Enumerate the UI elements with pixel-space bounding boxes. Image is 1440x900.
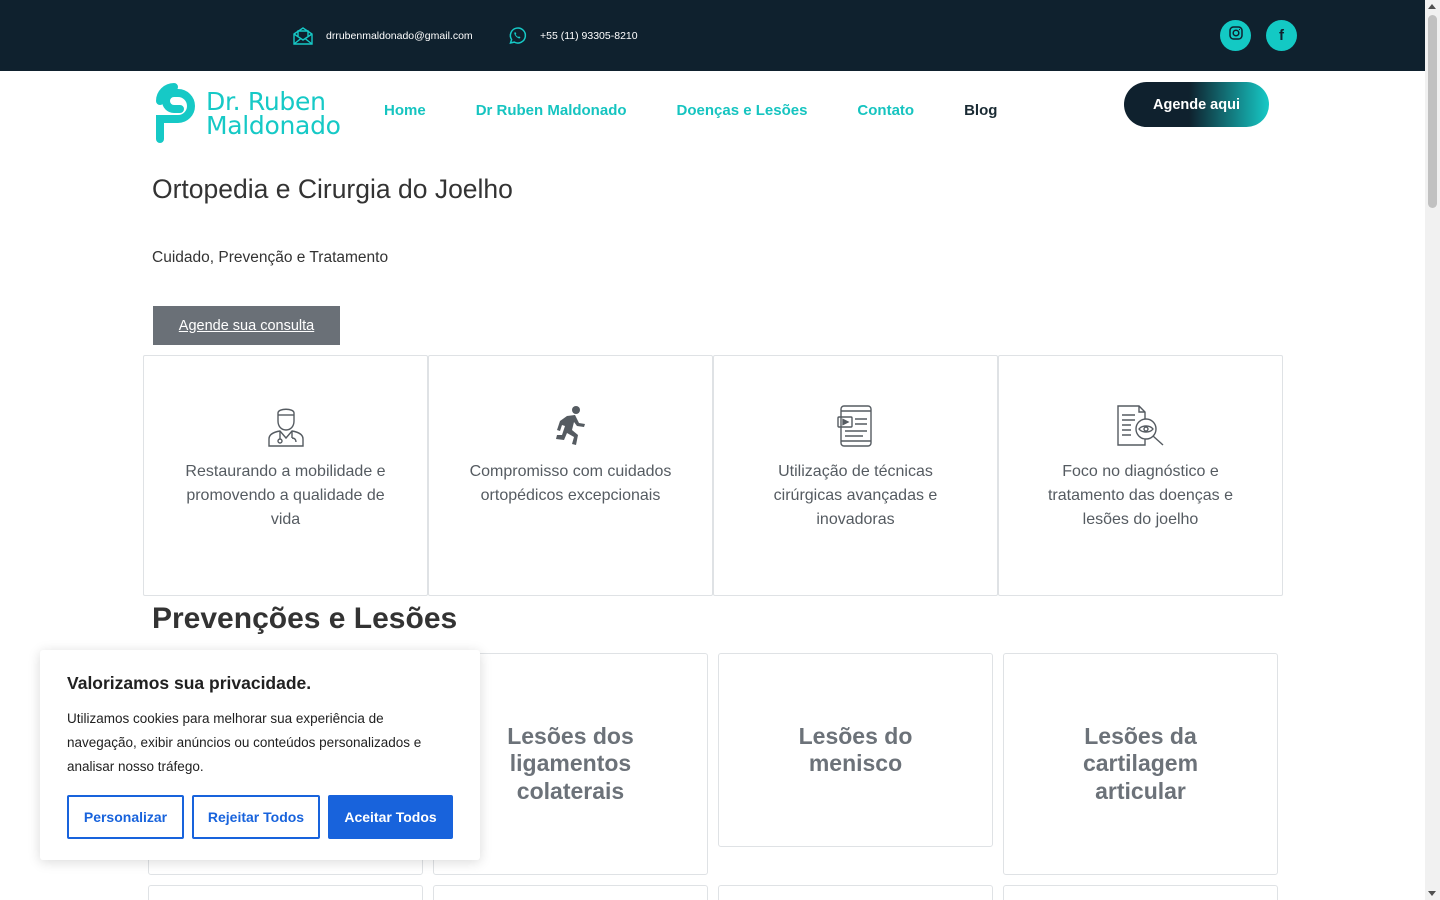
- facebook-icon: f: [1279, 27, 1284, 44]
- lesion-card[interactable]: [148, 885, 423, 900]
- logo-mark-icon: [152, 79, 198, 150]
- scroll-down-icon[interactable]: [1428, 891, 1436, 896]
- phone-text: +55 (11) 93305-8210: [540, 29, 638, 42]
- document-search-icon: [1116, 404, 1165, 448]
- cookie-text: Utilizamos cookies para melhorar sua exp…: [67, 711, 422, 774]
- accept-all-button[interactable]: Aceitar Todos: [328, 795, 453, 839]
- lesion-card-title: Lesões dos ligamentos colaterais: [507, 722, 634, 804]
- feature-card: Utilização de técnicas cirúrgicas avança…: [713, 355, 998, 596]
- tablet-video-icon: [836, 404, 875, 448]
- page-title: Ortopedia e Cirurgia do Joelho: [152, 174, 513, 204]
- email-text: drrubenmaldonado@gmail.com: [326, 29, 473, 42]
- lesion-card[interactable]: Lesões da cartilagem articular: [1003, 653, 1278, 875]
- nav-home[interactable]: Home: [384, 102, 426, 119]
- lesion-card-title: Lesões da cartilagem articular: [1082, 722, 1199, 804]
- agende-consulta-button[interactable]: Agende sua consulta: [153, 306, 340, 345]
- nav-doencas-e-lesoes[interactable]: Doenças e Lesões: [677, 102, 808, 119]
- feature-text: Foco no diagnóstico e tratamento das doe…: [1047, 463, 1233, 528]
- logo-text: Dr. Ruben Maldonado: [206, 89, 341, 140]
- nav-blog[interactable]: Blog: [964, 102, 997, 119]
- agende-aqui-button[interactable]: Agende aqui: [1124, 82, 1269, 127]
- email-contact[interactable]: drrubenmaldonado@gmail.com: [292, 0, 473, 71]
- lesion-card[interactable]: [1003, 885, 1278, 900]
- feature-card: Restaurando a mobilidade e promovendo a …: [143, 355, 428, 596]
- feature-text: Restaurando a mobilidade e promovendo a …: [185, 463, 386, 528]
- feature-text: Compromisso com cuidados ortopédicos exc…: [469, 463, 672, 504]
- scrollbar-thumb[interactable]: [1428, 15, 1437, 208]
- section-title: Prevenções e Lesões: [152, 602, 458, 635]
- scroll-up-icon[interactable]: [1428, 4, 1436, 9]
- logo-line2: Maldonado: [206, 111, 341, 140]
- feature-card: Foco no diagnóstico e tratamento das doe…: [998, 355, 1283, 596]
- reject-all-button[interactable]: Rejeitar Todos: [192, 795, 320, 839]
- lesion-card[interactable]: [433, 885, 708, 900]
- logo[interactable]: Dr. Ruben Maldonado: [152, 80, 341, 148]
- cookie-title: Valorizamos sua privacidade.: [67, 673, 312, 693]
- lesion-card[interactable]: [718, 885, 993, 900]
- cookie-consent-dialog: Valorizamos sua privacidade. Utilizamos …: [40, 650, 480, 860]
- instagram-icon: [1228, 26, 1243, 45]
- running-person-icon: [553, 404, 589, 448]
- lesion-card[interactable]: Lesões do menisco: [718, 653, 993, 847]
- facebook-button[interactable]: f: [1266, 20, 1297, 51]
- customize-button[interactable]: Personalizar: [67, 795, 184, 839]
- lesion-card-title: Lesões do menisco: [798, 722, 913, 777]
- page-scrollbar[interactable]: [1425, 0, 1440, 900]
- top-bar: drrubenmaldonado@gmail.com +55 (11) 9330…: [0, 0, 1425, 71]
- feature-card: Compromisso com cuidados ortopédicos exc…: [428, 355, 713, 596]
- whatsapp-icon: [506, 25, 528, 47]
- nav-dr-ruben-maldonado[interactable]: Dr Ruben Maldonado: [476, 102, 627, 119]
- envelope-open-icon: [292, 25, 314, 47]
- nav-contato[interactable]: Contato: [857, 102, 914, 119]
- doctor-icon: [266, 404, 306, 448]
- phone-contact[interactable]: +55 (11) 93305-8210: [506, 0, 638, 71]
- feature-text: Utilização de técnicas cirúrgicas avança…: [773, 463, 938, 528]
- main-nav: Home Dr Ruben Maldonado Doenças e Lesões…: [384, 102, 1047, 119]
- instagram-button[interactable]: [1220, 20, 1251, 51]
- hero-subtitle: Cuidado, Prevenção e Tratamento: [152, 249, 389, 266]
